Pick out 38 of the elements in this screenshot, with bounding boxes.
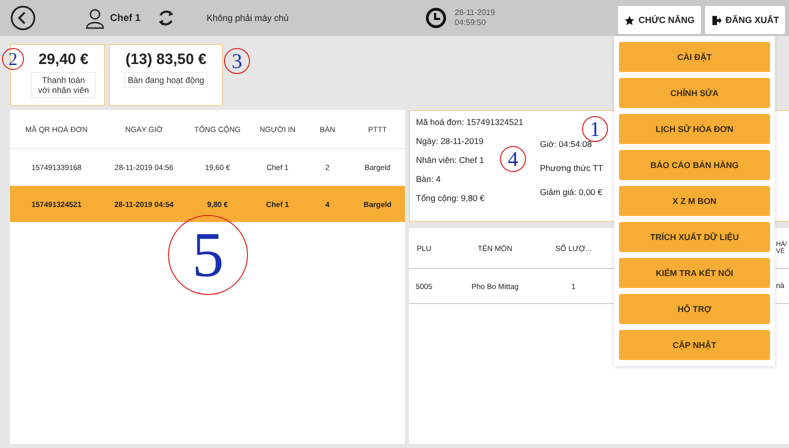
card-label: Bàn đang hoạt động xyxy=(124,72,208,88)
date-text: 28-11-2019 xyxy=(454,8,495,18)
detail-text: Ngày: 28-11-2019 xyxy=(416,136,484,146)
server-status: Không phải máy chủ xyxy=(206,13,289,23)
menu-item[interactable]: X Z M BON xyxy=(619,186,770,216)
menu-item[interactable]: LỊCH SỬ HÓA ĐƠN xyxy=(619,114,770,144)
logout-icon xyxy=(710,14,722,26)
back-icon[interactable] xyxy=(10,5,36,31)
user-name: Chef 1 xyxy=(110,12,141,24)
detail-text: Tổng cộng: 9,80 € xyxy=(416,193,485,203)
detail-text: Mã hoá đơn: 157491324521 xyxy=(416,117,524,127)
logout-button[interactable]: ĐĂNG XUẤT xyxy=(704,6,785,34)
star-icon xyxy=(624,14,635,26)
menu-item[interactable]: BÁO CÁO BÁN HÀNG xyxy=(619,150,770,180)
menu-item[interactable]: KIỂM TRA KẾT NỐI xyxy=(619,258,770,288)
callout-marker: 2 xyxy=(2,48,24,70)
clock-icon xyxy=(424,7,447,29)
function-button[interactable]: CHỨC NĂNG xyxy=(618,6,700,34)
detail-text: Phương thức TT xyxy=(540,163,604,173)
card-amount: (13) 83,50 € xyxy=(126,51,206,68)
card-amount: 29,40 € xyxy=(38,51,89,68)
menu-item[interactable]: TRÍCH XUẤT DỮ LIỆU xyxy=(619,222,770,252)
menu-item[interactable]: CẬP NHẬT xyxy=(619,330,770,360)
detail-text: Bàn: 4 xyxy=(416,174,441,184)
callout-marker: 1 xyxy=(582,116,608,142)
callout-marker: 5 xyxy=(168,215,248,295)
callout-marker: 4 xyxy=(500,146,526,172)
time-text: 04:59:50 xyxy=(454,18,487,28)
summary-card[interactable]: (13) 83,50 € Bàn đang hoạt động xyxy=(109,44,223,106)
detail-text: Giảm giá: 0,00 € xyxy=(540,187,602,197)
callout-marker: 3 xyxy=(224,48,250,74)
menu-item[interactable]: HỖ TRỢ xyxy=(619,294,770,324)
detail-text: Nhân viên: Chef 1 xyxy=(416,155,484,165)
menu-item[interactable]: CHỈNH SỬA xyxy=(619,78,770,108)
card-label: Thanh toán với nhân viên xyxy=(31,72,96,98)
detail-text: Giờ: 04:54:08 xyxy=(540,139,592,149)
menu-item[interactable]: CÀI ĐẶT xyxy=(619,42,770,72)
user-icon xyxy=(84,7,106,29)
